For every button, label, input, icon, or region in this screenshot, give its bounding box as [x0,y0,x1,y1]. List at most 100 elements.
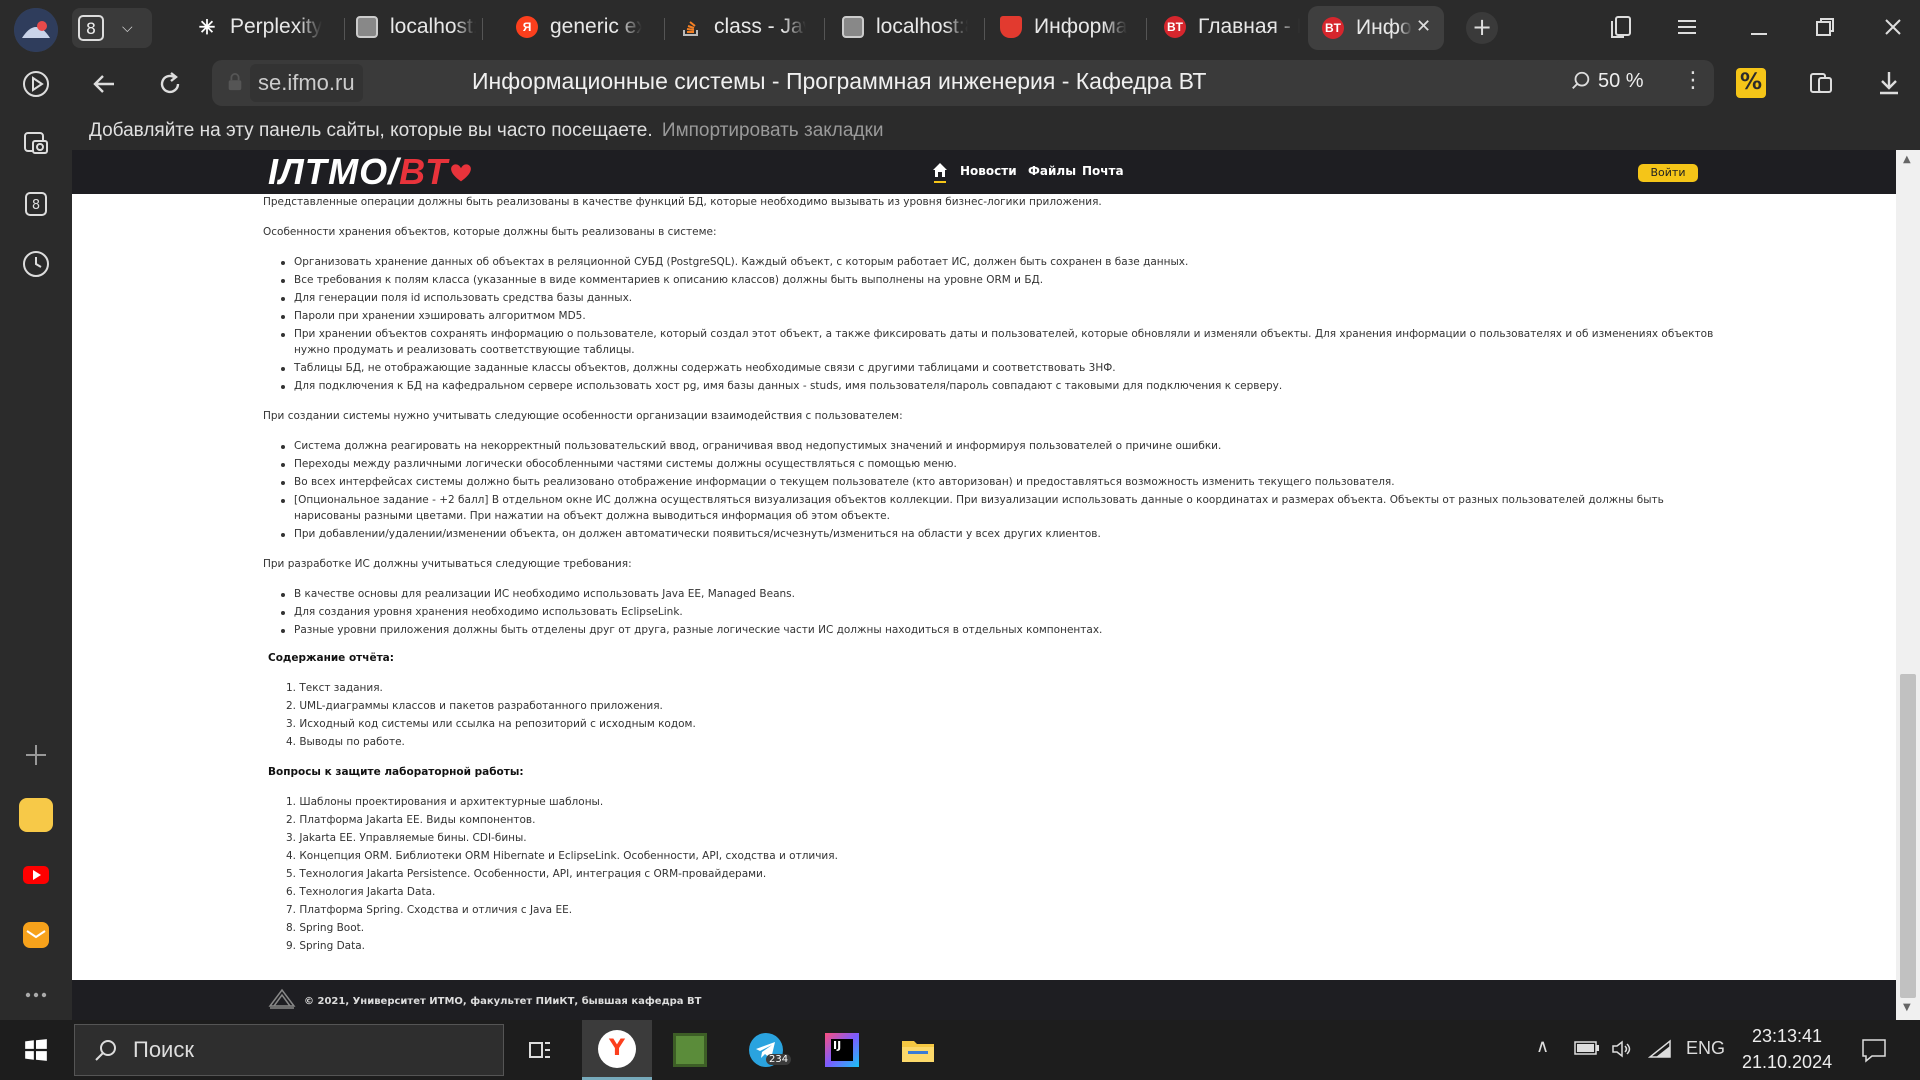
download-icon[interactable] [1874,68,1904,102]
tab-title: Главная - I [1198,15,1300,38]
footer-logo-icon [268,988,296,1009]
scroll-down-icon[interactable]: ▼ [1903,1002,1911,1013]
task-view-icon[interactable] [520,1030,560,1070]
menu-icon[interactable] [1674,14,1700,44]
list-item-continuation: нарисованы разными цветами. При нажатии … [294,510,890,522]
stackoverflow-icon [680,16,702,38]
volume-icon[interactable] [1610,1037,1634,1065]
import-bookmarks-link[interactable]: Импортировать закладки [662,120,884,141]
login-button[interactable]: Войти [1638,164,1698,182]
scrollbar-thumb[interactable] [1900,674,1916,998]
intellij-icon[interactable]: IJ [822,1030,862,1070]
tab-glavnaya[interactable]: BT Главная - I [1164,8,1300,46]
list-item-continuation: нужно продумать и реализовать соответств… [294,344,635,356]
battery-icon[interactable] [1574,1040,1600,1060]
scroll-up-icon[interactable]: ▲ [1903,154,1911,165]
minimize-icon[interactable] [1746,14,1772,44]
zoom-control[interactable]: 50 % ⋮ [1554,60,1714,106]
reload-icon[interactable] [156,70,184,102]
file-explorer-icon[interactable] [898,1030,938,1070]
language-indicator[interactable]: ENG [1686,1038,1725,1059]
search-placeholder: Поиск [133,1037,194,1062]
tab-informa[interactable]: Информа [1000,8,1132,46]
list-item: 3. Jakarta EE. Управляемые бины. CDI-бин… [286,832,527,844]
more-icon[interactable] [16,975,56,1015]
tab-localhost-1[interactable]: localhost:8 [356,8,476,46]
nav-files[interactable]: Файлы [1028,164,1076,178]
list-item: Для подключения к БД на кафедральном сер… [280,380,1283,392]
list-item: При хранении объектов сохранять информац… [280,328,1714,340]
list-item: 1. Текст задания. [286,682,383,694]
window-close-icon[interactable] [1880,14,1906,44]
extensions-icon[interactable] [1806,68,1836,102]
collections-icon[interactable] [1608,14,1634,44]
back-icon[interactable] [90,70,118,102]
address-domain[interactable]: se.ifmo.ru [250,64,363,102]
list-item: Во всех интерфейсах системы должно быть … [281,476,1395,488]
clock-date[interactable]: 21.10.2024 [1742,1052,1832,1073]
nav-news[interactable]: Новости [960,164,1017,178]
avatar-icon [14,8,58,52]
vt-icon: BT [1322,17,1344,39]
tab-localhost-2[interactable]: localhost:8 [842,8,968,46]
tab-class-java[interactable]: class - Java [680,8,806,46]
itmo-vt-logo[interactable]: ІЛТМО/ BT [268,151,475,192]
profile-avatar[interactable] [14,8,58,52]
chevron-down-icon: ⌵ [122,20,133,36]
list-item: [Опциональное задание - +2 балл] В отдел… [281,494,1664,506]
lock-icon [226,72,244,96]
list-item: 4. Выводы по работе. [286,736,405,748]
play-icon[interactable] [16,64,56,104]
tab-active[interactable]: BT Инфор ✕ [1308,6,1444,50]
list-item: В качестве основы для реализации ИС необ… [281,588,795,600]
minecraft-icon[interactable] [670,1030,710,1070]
nav-mail[interactable]: Почта [1082,164,1124,178]
screenshot-icon[interactable] [16,124,56,164]
telegram-icon[interactable]: 234 [746,1030,792,1070]
page-icon [842,16,864,38]
tabs-counter-icon[interactable]: 8 [16,184,56,224]
paragraph: Представленные операции должны быть реал… [263,196,1102,208]
youtube-icon[interactable] [16,855,56,895]
taskbar: Поиск Y 234 IJ ∧ ENG 23:13:41 21.10.2024 [0,1020,1920,1080]
windows-start-icon[interactable] [16,1030,56,1070]
list-item: Пароли при хранении хэшировать алгоритмо… [281,310,586,322]
wifi-icon[interactable] [1647,1037,1672,1065]
vt-icon: BT [1164,16,1186,38]
footer-copyright: © 2021, Университет ИТМО, факультет ПИиК… [304,996,702,1007]
clock-time[interactable]: 23:13:41 [1752,1026,1822,1047]
perplexity-icon: ✳ [198,16,216,39]
tab-generic-ext[interactable]: Я generic ext [516,8,642,46]
taskbar-search[interactable]: Поиск [74,1024,504,1076]
list-item: Организовать хранение данных об объектах… [280,256,1189,268]
new-tab-plus-icon[interactable]: + [1466,12,1498,44]
site-footer: © 2021, Университет ИТМО, факультет ПИиК… [72,980,1896,1020]
close-icon[interactable]: ✕ [1416,16,1431,37]
notifications-icon[interactable] [1860,1036,1888,1068]
tab-title: class - Java [714,15,806,38]
discount-extension-icon[interactable]: % [1736,68,1766,98]
add-panel-icon[interactable] [16,735,56,775]
list-item: 7. Платформа Spring. Сходства и отличия … [286,904,573,916]
zoom-level: 50 % [1598,70,1644,92]
page-scrollbar[interactable]: ▲ ▼ [1896,150,1920,1020]
list-item: Все требования к полям класса (указанные… [280,274,1044,286]
kebab-menu-icon[interactable]: ⋮ [1682,70,1704,92]
tab-group-button[interactable]: 8 ⌵ [72,8,152,48]
address-bar[interactable]: se.ifmo.ru Информационные системы - Прог… [212,60,1610,106]
mail-icon[interactable] [16,915,56,955]
page-icon [356,16,378,38]
paragraph: Особенности хранения объектов, которые д… [263,226,717,238]
list-item: 1. Шаблоны проектирования и архитектурны… [286,796,604,808]
list-item: 9. Spring Data. [286,940,365,952]
taskbar-yandex-browser[interactable]: Y [582,1020,652,1080]
list-item: 3. Исходный код системы или ссылка на ре… [286,718,696,730]
restore-icon[interactable] [1812,14,1838,44]
heart-logo-icon [451,164,472,182]
history-icon[interactable] [16,244,56,284]
tab-perplexity[interactable]: ✳ Perplexity [196,8,346,46]
search-icon [95,1040,116,1061]
app-icon-hand[interactable] [16,795,56,835]
home-icon[interactable] [932,162,948,183]
chevron-up-icon[interactable]: ∧ [1536,1036,1549,1057]
